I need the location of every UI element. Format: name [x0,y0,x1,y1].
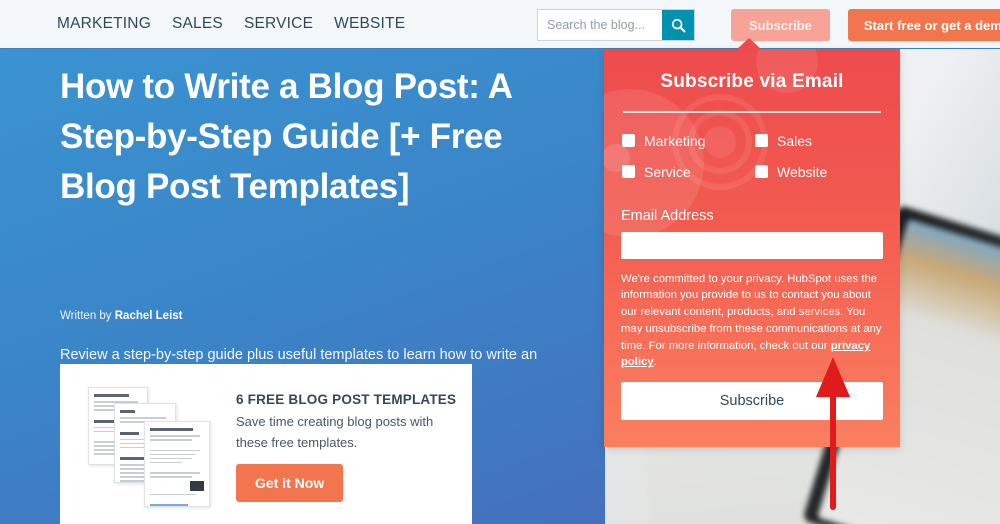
start-free-demo-button[interactable]: Start free or get a demo [847,9,1000,41]
checkbox-label-service: Service [644,163,691,180]
checkbox-sales[interactable] [755,134,768,147]
nav-item-sales[interactable]: SALES [172,15,223,33]
thumbnail-image-block [190,480,204,491]
template-thumbnail [144,421,210,507]
template-thumbnails [88,385,220,509]
popup-content: Subscribe via Email Marketing Sales Serv… [604,49,900,421]
hero-section: How to Write a Blog Post: A Step-by-Step… [0,49,605,524]
popup-title: Subscribe via Email [660,71,844,92]
checkbox-service[interactable] [622,165,635,178]
checkbox-website[interactable] [755,165,768,178]
site-header: MARKETING SALES SERVICE WEBSITE Subscrib… [0,0,1000,49]
search-submit-button[interactable] [662,10,694,40]
get-it-now-button[interactable]: Get it Now [236,464,344,502]
checkbox-label-marketing: Marketing [644,132,706,149]
search-icon [671,18,686,33]
checkbox-row-service[interactable]: Service [622,164,755,180]
search-input[interactable] [538,10,662,40]
page-title: How to Write a Blog Post: A Step-by-Step… [60,67,512,206]
popup-subscribe-submit-button[interactable]: Subscribe [621,382,883,421]
popup-caret-icon [736,38,762,50]
byline: Written by Rachel Leist [60,310,183,322]
nav-item-marketing[interactable]: MARKETING [57,15,151,33]
byline-prefix: Written by [60,310,115,322]
main-navigation: MARKETING SALES SERVICE WEBSITE [57,15,405,33]
page-root: MARKETING SALES SERVICE WEBSITE Subscrib… [0,0,1000,524]
offer-card: 6 FREE BLOG POST TEMPLATES Save time cre… [60,364,472,524]
blog-search [537,9,695,41]
popup-divider [623,111,881,113]
email-input[interactable] [621,231,883,259]
checkbox-row-sales[interactable]: Sales [755,133,883,149]
subscription-topics: Marketing Sales Service Website [621,133,883,180]
offer-title: 6 FREE BLOG POST TEMPLATES [236,392,457,407]
checkbox-label-sales: Sales [777,132,813,149]
checkbox-marketing[interactable] [622,134,635,147]
checkbox-row-website[interactable]: Website [755,164,883,180]
checkbox-label-website: Website [777,163,828,180]
subscribe-button[interactable]: Subscribe [731,9,830,41]
privacy-text-after: . [653,356,657,369]
offer-subtitle: Save time creating blog posts with these… [236,414,434,450]
byline-author: Rachel Leist [114,310,183,322]
checkbox-row-marketing[interactable]: Marketing [622,133,755,149]
nav-item-service[interactable]: SERVICE [244,15,313,33]
header-actions: Subscribe Start free or get a demo [537,9,1000,41]
nav-item-website[interactable]: WEBSITE [334,15,405,33]
privacy-disclaimer: We're committed to your privacy. HubSpot… [621,271,883,372]
offer-text-block: 6 FREE BLOG POST TEMPLATES Save time cre… [236,392,456,502]
email-field-label: Email Address [621,207,714,224]
subscribe-popup: Subscribe via Email Marketing Sales Serv… [604,49,900,447]
